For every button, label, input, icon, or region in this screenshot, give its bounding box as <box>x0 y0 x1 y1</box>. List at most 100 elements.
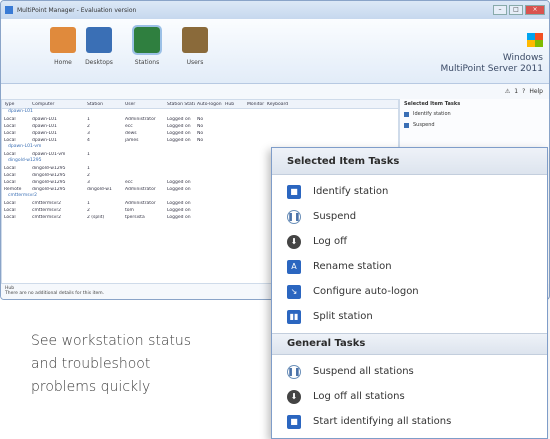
task-rename-station[interactable]: A Rename station <box>272 254 547 279</box>
cell-status: Logged on <box>167 138 191 143</box>
cell-status: Logged on <box>167 131 191 136</box>
general-tasks-list: ❚❚ Suspend all stations ⬇ Log off all stati… <box>272 355 547 434</box>
cell-station: 2 (split) <box>87 215 105 220</box>
cell-status: Logged on <box>167 187 191 192</box>
right-pane-identify[interactable]: Identify station <box>404 111 547 117</box>
col-station[interactable]: Station <box>85 102 123 107</box>
col-auto-logon[interactable]: Auto-logon <box>195 102 223 107</box>
cell-status: Logged on <box>167 117 191 122</box>
cell-status: Logged on <box>167 180 191 185</box>
task-log-off[interactable]: ⬇ Log off <box>272 229 547 254</box>
cell-status: Logged on <box>167 124 191 129</box>
col-monitor[interactable]: Monitor <box>245 102 265 107</box>
cell-type: Local <box>4 180 16 185</box>
task-label: Configure auto-logon <box>313 286 419 297</box>
cell-computer: dpawn-L01 <box>32 138 57 143</box>
task-label: Split station <box>313 311 373 322</box>
col-user[interactable]: User <box>123 102 165 107</box>
identify-station-icon: ■ <box>287 184 301 199</box>
cell-type: Local <box>4 215 16 220</box>
task-start-identifying-all-stations[interactable]: ■ Start identifying all stations <box>272 409 547 434</box>
table-row[interactable]: Local dpawn-L01 4 james Logged on No <box>2 137 398 144</box>
cell-user: james <box>125 138 139 143</box>
identify-station-icon <box>404 111 409 117</box>
cell-type: Remote <box>4 187 22 192</box>
users-icon <box>182 27 208 53</box>
task-identify-station[interactable]: ■ Identify station <box>272 179 547 204</box>
cell-type: Local <box>4 138 16 143</box>
product-brand: Windows MultiPoint Server 2011 <box>441 33 543 75</box>
notification-strip: ⚠ 1 ? Help <box>1 84 549 98</box>
help-label[interactable]: Help <box>529 88 543 95</box>
stations-icon <box>132 25 162 55</box>
help-icon[interactable]: ? <box>522 88 525 95</box>
minimize-button[interactable]: – <box>493 5 507 15</box>
cell-station: 3 <box>87 131 90 136</box>
alert-count: 1 <box>514 87 519 95</box>
cell-user: dews <box>125 131 137 136</box>
table-row[interactable]: Local dpawn-L01 1 Administrator Logged on No <box>2 116 398 123</box>
general-tasks-header: General Tasks <box>272 333 547 355</box>
cell-station: 1 <box>87 152 90 157</box>
alert-icon[interactable]: ⚠ <box>505 88 510 95</box>
cell-computer: dpawn-L01 <box>32 117 57 122</box>
col-type[interactable]: Type <box>2 102 30 107</box>
caption-line3: problems quickly <box>31 379 151 395</box>
close-button[interactable]: × <box>525 5 545 15</box>
tab-users-label: Users <box>186 59 204 66</box>
cell-user: Administrator <box>125 117 156 122</box>
cell-station: 3 <box>87 180 90 185</box>
right-pane-identify-label: Identify station <box>413 111 451 117</box>
cell-type: Local <box>4 208 16 213</box>
tab-desktops[interactable]: Desktops <box>77 27 121 66</box>
cell-auto-logon: No <box>197 138 204 143</box>
task-suspend[interactable]: ❚❚ Suspend <box>272 204 547 229</box>
cell-user: Administrator <box>125 201 156 206</box>
suspend-icon: ❚❚ <box>287 209 301 224</box>
right-pane-header: Selected Item Tasks <box>404 101 461 107</box>
cell-type: Local <box>4 117 16 122</box>
cell-user: ecc <box>125 180 133 185</box>
marketing-caption: See workstation status and troubleshoot … <box>31 330 191 399</box>
right-pane-suspend-label: Suspend <box>413 122 435 128</box>
cell-auto-logon: No <box>197 117 204 122</box>
identify-all-icon: ■ <box>287 414 301 429</box>
cell-station: 1 <box>87 117 90 122</box>
rename-station-icon: A <box>287 259 301 274</box>
cell-computer: cmttermsvr2 <box>32 201 62 206</box>
log-off-all-icon: ⬇ <box>287 389 301 404</box>
cell-station: 2 <box>87 208 90 213</box>
task-label: Identify station <box>313 186 389 197</box>
task-suspend-all-stations[interactable]: ❚❚ Suspend all stations <box>272 359 547 384</box>
table-row[interactable]: Local dpawn-L01 3 dews Logged on No <box>2 130 398 137</box>
cell-user: ecc <box>125 124 133 129</box>
col-station-status[interactable]: Station Status <box>165 102 195 107</box>
tab-users[interactable]: Users <box>173 27 217 66</box>
maximize-button[interactable]: □ <box>509 5 523 15</box>
tab-home-label: Home <box>54 59 72 66</box>
cell-computer: dingold-w1295 <box>32 180 66 185</box>
caption-line1: See workstation status <box>31 333 192 349</box>
table-row[interactable]: Local dpawn-L01 2 ecc Logged on No <box>2 123 398 130</box>
col-hub[interactable]: Hub <box>223 102 245 107</box>
task-configure-auto-logon[interactable]: ↘ Configure auto-logon <box>272 279 547 304</box>
grid-group-header[interactable]: dpawn-L01 <box>2 109 398 116</box>
cell-station: 4 <box>87 138 90 143</box>
tab-stations[interactable]: Stations <box>125 25 169 66</box>
task-split-station[interactable]: ▮▮ Split station <box>272 304 547 329</box>
cell-status: Logged on <box>167 201 191 206</box>
cell-user: Administrator <box>125 187 156 192</box>
task-log-off-all-stations[interactable]: ⬇ Log off all stations <box>272 384 547 409</box>
right-pane-suspend[interactable]: Suspend <box>404 122 547 128</box>
windows-logo-icon <box>527 33 543 47</box>
col-keyboard[interactable]: Keyboard <box>265 102 290 107</box>
window-controls: – □ × <box>493 5 545 15</box>
cell-computer: dingold-w1295 <box>32 187 66 192</box>
cell-status: Logged on <box>167 208 191 213</box>
col-computer[interactable]: Computer <box>30 102 85 107</box>
cell-type: Local <box>4 166 16 171</box>
title-bar: MultiPoint Manager - Evaluation version … <box>1 1 549 19</box>
cell-type: Local <box>4 173 16 178</box>
selected-item-tasks-header: Selected Item Tasks <box>272 148 547 175</box>
cell-station: dingold-w1 <box>87 187 112 192</box>
